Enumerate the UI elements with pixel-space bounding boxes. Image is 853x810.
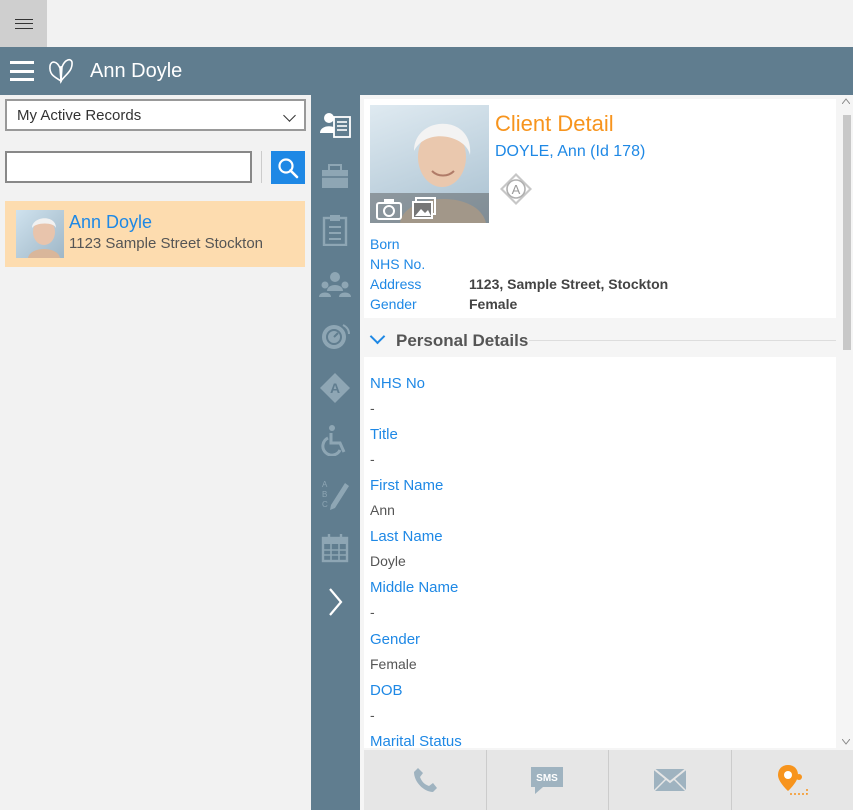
records-filter-dropdown[interactable]: My Active Records bbox=[5, 99, 306, 131]
contact-action-bar: SMS bbox=[364, 750, 853, 810]
section-rail: A A B C bbox=[311, 95, 360, 810]
map-pin-icon bbox=[778, 765, 808, 795]
camera-icon[interactable] bbox=[376, 198, 402, 220]
field-label: NHS No bbox=[370, 375, 426, 392]
client-summary-card: Client Detail DOYLE, Ann (Id 178) A Born… bbox=[364, 99, 836, 318]
field-nhs-no: NHS No - bbox=[370, 375, 425, 416]
svg-text:B: B bbox=[322, 490, 327, 499]
system-menu-button[interactable] bbox=[0, 0, 47, 47]
app-header: Ann Doyle bbox=[0, 47, 853, 95]
field-title: Title - bbox=[370, 426, 398, 467]
call-button[interactable] bbox=[364, 750, 487, 810]
client-photo bbox=[370, 105, 489, 223]
summary-label: Address bbox=[370, 276, 422, 292]
summary-label: Born bbox=[370, 236, 400, 252]
field-value: Female bbox=[370, 656, 417, 672]
hamburger-icon[interactable] bbox=[10, 61, 34, 81]
vertical-scrollbar[interactable] bbox=[840, 95, 852, 750]
field-value: - bbox=[370, 707, 375, 723]
personal-details-header[interactable]: Personal Details bbox=[364, 325, 836, 355]
records-filter-value: My Active Records bbox=[17, 107, 142, 124]
butterfly-logo-icon bbox=[49, 58, 73, 84]
sms-icon: SMS bbox=[531, 767, 564, 794]
people-icon[interactable] bbox=[318, 267, 352, 301]
alert-letter: A bbox=[512, 182, 521, 197]
alarm-icon[interactable] bbox=[318, 319, 352, 353]
records-pane: My Active Records Ann Doyle 1123 Sample … bbox=[0, 95, 311, 810]
summary-value: Female bbox=[469, 296, 518, 312]
field-last-name: Last Name Doyle bbox=[370, 528, 443, 569]
sms-label: SMS bbox=[536, 773, 558, 784]
clipboard-icon[interactable] bbox=[318, 213, 352, 247]
search-icon bbox=[278, 157, 299, 178]
client-detail-icon[interactable] bbox=[318, 107, 352, 141]
phone-icon bbox=[413, 768, 437, 792]
chevron-down-icon bbox=[283, 109, 296, 122]
client-name-id: DOYLE, Ann (Id 178) bbox=[495, 143, 646, 160]
alert-icon[interactable]: A bbox=[498, 171, 534, 207]
field-label: Marital Status bbox=[370, 733, 462, 748]
field-value: Doyle bbox=[370, 553, 406, 569]
field-label: DOB bbox=[370, 682, 403, 699]
window-titlebar bbox=[0, 0, 853, 47]
field-value: - bbox=[370, 604, 375, 620]
field-first-name: First Name Ann bbox=[370, 477, 443, 518]
calendar-icon[interactable] bbox=[318, 531, 352, 565]
client-detail-pane: Client Detail DOYLE, Ann (Id 178) A Born… bbox=[360, 95, 853, 810]
mail-icon bbox=[653, 768, 687, 792]
chevron-down-icon bbox=[369, 328, 386, 345]
app-title: Ann Doyle bbox=[90, 60, 183, 82]
field-label: Title bbox=[370, 426, 398, 443]
field-value: - bbox=[370, 451, 375, 467]
scroll-down-icon[interactable] bbox=[842, 739, 850, 745]
search-divider bbox=[261, 151, 262, 183]
email-button[interactable] bbox=[609, 750, 732, 810]
field-dob: DOB - bbox=[370, 682, 403, 723]
alert-icon[interactable]: A bbox=[318, 371, 352, 405]
scroll-thumb[interactable] bbox=[843, 115, 851, 350]
divider bbox=[529, 340, 836, 341]
summary-label: Gender bbox=[370, 296, 417, 312]
svg-text:A: A bbox=[322, 480, 328, 489]
avatar bbox=[16, 210, 64, 258]
record-list-item[interactable]: Ann Doyle 1123 Sample Street Stockton bbox=[5, 201, 305, 267]
field-label: Middle Name bbox=[370, 579, 459, 596]
svg-text:C: C bbox=[322, 500, 328, 509]
field-gender: Gender Female bbox=[370, 631, 420, 672]
svg-text:A: A bbox=[330, 380, 340, 396]
field-marital-status: Marital Status bbox=[370, 733, 462, 748]
field-label: First Name bbox=[370, 477, 444, 494]
field-value: - bbox=[370, 400, 375, 416]
wheelchair-icon[interactable] bbox=[318, 423, 352, 457]
chevron-right-icon[interactable] bbox=[318, 585, 352, 619]
summary-value: 1123, Sample Street, Stockton bbox=[469, 276, 669, 292]
field-label: Last Name bbox=[370, 528, 443, 545]
search-button[interactable] bbox=[271, 151, 305, 184]
section-title: Personal Details bbox=[396, 331, 529, 350]
record-address: 1123 Sample Street Stockton bbox=[69, 235, 264, 252]
abc-pen-icon[interactable]: A B C bbox=[318, 477, 352, 511]
field-value: Ann bbox=[370, 502, 395, 518]
map-button[interactable] bbox=[731, 750, 853, 810]
summary-label: NHS No. bbox=[370, 256, 426, 272]
search-input[interactable] bbox=[5, 151, 252, 183]
record-name: Ann Doyle bbox=[69, 212, 153, 232]
personal-details-list: NHS No - Title - First Name Ann Last Nam… bbox=[364, 357, 836, 748]
sms-button[interactable]: SMS bbox=[486, 750, 609, 810]
hamburger-icon bbox=[14, 18, 33, 29]
gallery-icon[interactable] bbox=[412, 197, 436, 219]
field-label: Gender bbox=[370, 631, 421, 648]
field-middle-name: Middle Name - bbox=[370, 579, 458, 620]
scroll-up-icon[interactable] bbox=[842, 98, 850, 104]
client-detail-title: Client Detail bbox=[495, 111, 614, 136]
briefcase-icon[interactable] bbox=[318, 159, 352, 193]
